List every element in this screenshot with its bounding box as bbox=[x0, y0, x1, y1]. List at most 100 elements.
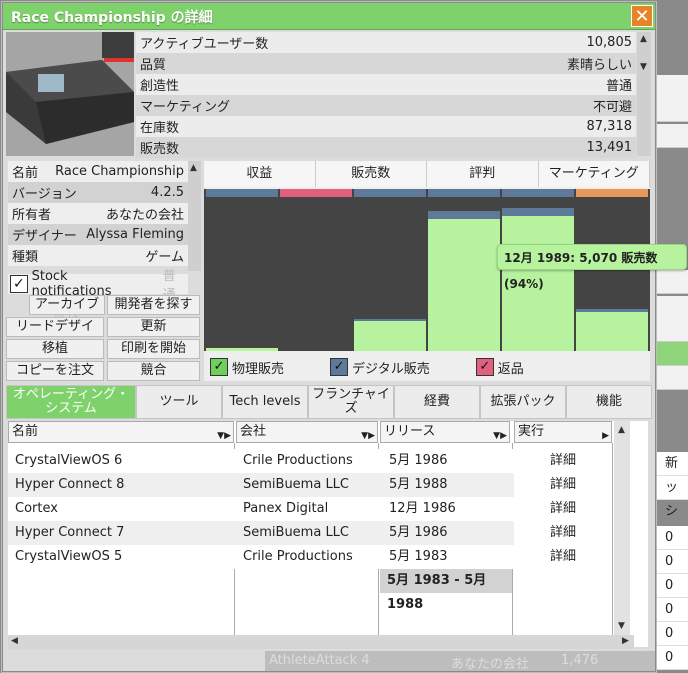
order-copy-button[interactable]: コピーを注文 bbox=[6, 361, 104, 381]
details-button[interactable]: 詳細 bbox=[514, 545, 612, 569]
bg-row bbox=[655, 318, 688, 342]
bg-row-highlight bbox=[655, 342, 688, 366]
scroll-up-icon[interactable]: ▲ bbox=[640, 34, 647, 44]
close-button[interactable]: ✕ bbox=[631, 5, 653, 27]
details-button[interactable]: 詳細 bbox=[514, 473, 612, 497]
cell-name: Cortex bbox=[15, 501, 58, 516]
stat-label: 販売数 bbox=[140, 142, 180, 157]
bar-digital[interactable] bbox=[354, 319, 426, 321]
sort-icon[interactable]: ▼▶ bbox=[217, 426, 231, 446]
stat-label: マーケティング bbox=[140, 100, 230, 115]
table-row[interactable]: CrystalViewOS 6 Crile Productions 5月 198… bbox=[8, 449, 612, 473]
scroll-up-icon[interactable]: ▲ bbox=[618, 425, 625, 435]
sort-icon[interactable]: ▼▶ bbox=[493, 426, 507, 446]
table-horizontal-scrollbar[interactable]: ◀ ▶ bbox=[8, 635, 634, 649]
stat-value: 素晴らしい bbox=[566, 58, 632, 73]
column-header-name[interactable]: 名前 ▼▶ bbox=[8, 421, 234, 443]
details-button[interactable]: 詳細 bbox=[514, 521, 612, 545]
property-value: Alyssa Fleming bbox=[86, 227, 184, 242]
property-value: Race Championship bbox=[55, 164, 184, 179]
table-row[interactable]: Cortex Panex Digital 12月 1986 詳細 bbox=[8, 497, 612, 521]
check-icon[interactable]: ✓ bbox=[10, 275, 28, 293]
property-row: 種類 ゲーム bbox=[8, 245, 188, 266]
product-thumbnail bbox=[6, 32, 134, 156]
tab-expansion-pack[interactable]: 拡張パック bbox=[480, 385, 566, 419]
details-button[interactable]: 詳細 bbox=[514, 497, 612, 521]
start-print-button[interactable]: 印刷を開始 bbox=[107, 339, 200, 359]
tab-tools[interactable]: ツール bbox=[136, 385, 222, 419]
details-button[interactable]: 詳細 bbox=[514, 449, 612, 473]
tab-features[interactable]: 機能 bbox=[566, 385, 652, 419]
properties-list: 名前 Race Championship バージョン 4.2.5 所有者 あなたの会社… bbox=[8, 161, 188, 266]
chart-tab-revenue[interactable]: 収益 bbox=[204, 161, 316, 187]
legend-item-physical[interactable]: ✓ 物理販売 bbox=[210, 358, 284, 377]
property-label: デザイナー bbox=[12, 229, 77, 244]
column-header-release[interactable]: リリース ▼▶ bbox=[380, 421, 510, 443]
tab-operating-system[interactable]: オペレーティング・システム bbox=[6, 385, 136, 419]
bar-cap bbox=[502, 189, 574, 197]
bg-row bbox=[655, 366, 688, 390]
title-bar[interactable]: Race Championship の詳細 ✕ bbox=[3, 3, 655, 30]
peek-company: あなたの会社 bbox=[451, 657, 530, 672]
scroll-left-icon[interactable]: ◀ bbox=[11, 636, 18, 646]
table-scrollbar[interactable]: ▲ ▼ bbox=[614, 421, 630, 635]
legend-item-returns[interactable]: ✓ 返品 bbox=[475, 358, 524, 377]
check-icon[interactable]: ✓ bbox=[475, 358, 494, 376]
tab-tech-levels[interactable]: Tech levels bbox=[222, 385, 308, 419]
transfer-button[interactable]: 移植 bbox=[6, 339, 104, 359]
bg-label: 新 bbox=[655, 452, 688, 476]
bar-physical[interactable] bbox=[576, 312, 648, 351]
property-row: 名前 Race Championship bbox=[8, 161, 188, 182]
compete-button[interactable]: 競合 bbox=[107, 361, 200, 381]
stat-value: 13,491 bbox=[586, 140, 633, 155]
lead-design-button[interactable]: リードデザイ bbox=[6, 317, 104, 337]
background-row-peek: AthleteAttack 4 あなたの会社 1,476 bbox=[265, 651, 655, 672]
bg-row bbox=[655, 98, 688, 122]
table-row[interactable]: Hyper Connect 8 SemiBuema LLC 5月 1988 詳細 bbox=[8, 473, 612, 497]
stat-label: 品質 bbox=[140, 58, 167, 73]
stock-notifications-checkbox[interactable]: ✓ Stock notifications 普通 bbox=[8, 269, 188, 303]
sort-icon[interactable]: ▶ bbox=[602, 426, 609, 446]
details-window: Race Championship の詳細 ✕ アクティブユーザー数 10,805… bbox=[2, 2, 656, 672]
column-header-action[interactable]: 実行 ▶ bbox=[514, 421, 612, 443]
check-icon[interactable]: ✓ bbox=[210, 358, 228, 376]
legend-label: デジタル販売 bbox=[352, 361, 430, 377]
table-row[interactable]: Hyper Connect 7 SemiBuema LLC 5月 1986 詳細 bbox=[8, 521, 612, 545]
bar-digital[interactable] bbox=[428, 211, 500, 219]
chart-tab-marketing[interactable]: マーケティング bbox=[538, 161, 650, 187]
check-icon[interactable]: ✓ bbox=[330, 358, 349, 376]
cell-name: Hyper Connect 8 bbox=[15, 477, 125, 492]
bar-physical[interactable] bbox=[428, 219, 500, 351]
chart-tabs: 収益 販売数 評判 マーケティング bbox=[204, 161, 650, 187]
properties-scrollbar[interactable]: ▲ bbox=[188, 161, 201, 271]
scroll-right-icon[interactable]: ▶ bbox=[622, 636, 629, 646]
property-label: 名前 bbox=[12, 166, 39, 181]
stats-scrollbar[interactable]: ▲ ▼ bbox=[637, 32, 651, 156]
header-label: リリース bbox=[384, 424, 436, 439]
archive-button[interactable]: アーカイブ進捗 bbox=[29, 295, 105, 330]
scroll-down-icon[interactable]: ▼ bbox=[618, 621, 625, 631]
find-developer-button[interactable]: 開発者を探す bbox=[107, 295, 200, 315]
release-range: 5月 1983 - 5月 1988 bbox=[380, 569, 512, 612]
scroll-up-icon[interactable]: ▲ bbox=[190, 163, 197, 173]
stat-label: アクティブユーザー数 bbox=[140, 37, 269, 52]
scroll-down-icon[interactable]: ▼ bbox=[640, 62, 647, 72]
peek-value: 1,476 bbox=[561, 653, 599, 668]
bar-physical[interactable] bbox=[206, 348, 278, 351]
tab-franchise[interactable]: フランチャイズ bbox=[308, 385, 394, 419]
bar-digital[interactable] bbox=[502, 208, 574, 216]
chart-tab-reputation[interactable]: 評判 bbox=[427, 161, 539, 187]
tab-expenses[interactable]: 経費 bbox=[394, 385, 480, 419]
bar-digital[interactable] bbox=[576, 309, 648, 312]
update-button[interactable]: 更新 bbox=[107, 317, 200, 337]
table-row[interactable]: CrystalViewOS 5 Crile Productions 5月 198… bbox=[8, 545, 612, 569]
property-label: 所有者 bbox=[12, 208, 52, 223]
stat-row: 品質 素晴らしい bbox=[136, 53, 636, 74]
header-label: 会社 bbox=[240, 424, 267, 439]
column-header-company[interactable]: 会社 ▼▶ bbox=[236, 421, 378, 443]
legend-item-digital[interactable]: ✓ デジタル販売 bbox=[330, 358, 430, 377]
bg-zero: 0 bbox=[655, 598, 688, 622]
bar-physical[interactable] bbox=[354, 321, 426, 351]
sort-icon[interactable]: ▼▶ bbox=[361, 426, 375, 446]
chart-tab-sales[interactable]: 販売数 bbox=[315, 161, 427, 187]
